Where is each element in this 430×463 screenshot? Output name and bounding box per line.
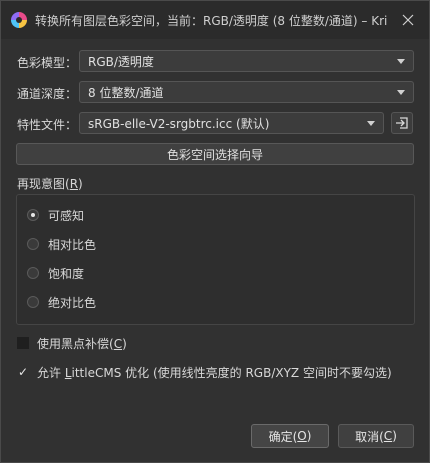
chevron-down-icon: [367, 121, 375, 126]
lcms-label-pre: 允许: [37, 365, 65, 380]
ok-shortcut: O: [297, 429, 307, 443]
channel-depth-select[interactable]: 8 位整数/通道: [79, 81, 414, 103]
radio-unchecked-icon: [27, 267, 39, 279]
krita-app-icon: [11, 12, 27, 28]
color-model-label: 色彩模型：: [17, 56, 78, 70]
ok-label-end: ): [306, 429, 312, 443]
color-model-select[interactable]: RGB/透明度: [79, 50, 414, 72]
checkmark-icon: ✓: [17, 365, 29, 379]
lcms-optimization-checkbox[interactable]: ✓ 允许 LittleCMS 优化 (使用线性亮度的 RGB/XYZ 空间时不要…: [17, 363, 392, 381]
profile-value: sRGB-elle-V2-srgbtrc.icc (默认): [88, 116, 270, 131]
profile-label: 特性文件：: [17, 118, 78, 132]
import-icon: [396, 117, 408, 129]
cancel-label-end: ): [392, 429, 397, 443]
blackpoint-shortcut: C: [113, 336, 123, 351]
ok-button[interactable]: 确定(O): [251, 424, 329, 448]
chevron-down-icon: [397, 90, 405, 95]
close-button[interactable]: [395, 8, 421, 32]
intent-option-absolute[interactable]: 绝对比色: [27, 293, 96, 311]
intent-option-relative[interactable]: 相对比色: [27, 235, 96, 253]
intent-option-saturation[interactable]: 饱和度: [27, 264, 84, 282]
rendering-intent-shortcut: R: [69, 177, 79, 191]
import-profile-button[interactable]: [391, 112, 413, 134]
channel-depth-value: 8 位整数/通道: [88, 85, 164, 100]
lcms-label-post: ittleCMS 优化 (使用线性亮度的 RGB/XYZ 空间时不要勾选): [71, 365, 392, 380]
rendering-intent-title: 再现意图(R): [17, 175, 83, 192]
radio-unchecked-icon: [27, 238, 39, 250]
intent-option-label: 饱和度: [48, 266, 85, 281]
rendering-intent-title-end: ): [78, 177, 83, 191]
radio-checked-icon: [27, 209, 39, 221]
cancel-button[interactable]: 取消(C): [338, 424, 414, 448]
intent-option-label: 相对比色: [48, 237, 97, 252]
colorspace-wizard-button[interactable]: 色彩空间选择向导: [16, 143, 414, 165]
blackpoint-compensation-checkbox[interactable]: 使用黑点补偿(C): [17, 334, 127, 352]
close-icon: [402, 14, 414, 26]
intent-option-label: 绝对比色: [48, 295, 97, 310]
intent-option-perceptual[interactable]: 可感知: [27, 206, 84, 224]
intent-option-label: 可感知: [48, 208, 85, 223]
profile-select[interactable]: sRGB-elle-V2-srgbtrc.icc (默认): [79, 112, 384, 134]
blackpoint-label-end: ): [122, 336, 127, 351]
lcms-label: 允许 LittleCMS 优化 (使用线性亮度的 RGB/XYZ 空间时不要勾选…: [37, 364, 392, 381]
cancel-shortcut: C: [383, 429, 393, 443]
checkbox-unchecked-icon: [17, 337, 29, 349]
rendering-intent-title-text: 再现意图(: [17, 177, 70, 191]
convert-colorspace-dialog: 转换所有图层色彩空间，当前：RGB/透明度 (8 位整数/通道) – Krita…: [0, 0, 430, 463]
title-bar[interactable]: 转换所有图层色彩空间，当前：RGB/透明度 (8 位整数/通道) – Krita: [1, 1, 429, 39]
blackpoint-label: 使用黑点补偿(C): [37, 335, 127, 352]
blackpoint-label-text: 使用黑点补偿(: [37, 336, 114, 351]
cancel-label: 取消(: [355, 429, 384, 444]
chevron-down-icon: [397, 59, 405, 64]
window-title: 转换所有图层色彩空间，当前：RGB/透明度 (8 位整数/通道) – Krita: [35, 14, 387, 28]
lcms-shortcut: L: [64, 365, 72, 380]
color-model-value: RGB/透明度: [88, 54, 154, 69]
radio-unchecked-icon: [27, 296, 39, 308]
channel-depth-label: 通道深度：: [17, 87, 78, 101]
ok-label: 确定(: [268, 429, 298, 444]
